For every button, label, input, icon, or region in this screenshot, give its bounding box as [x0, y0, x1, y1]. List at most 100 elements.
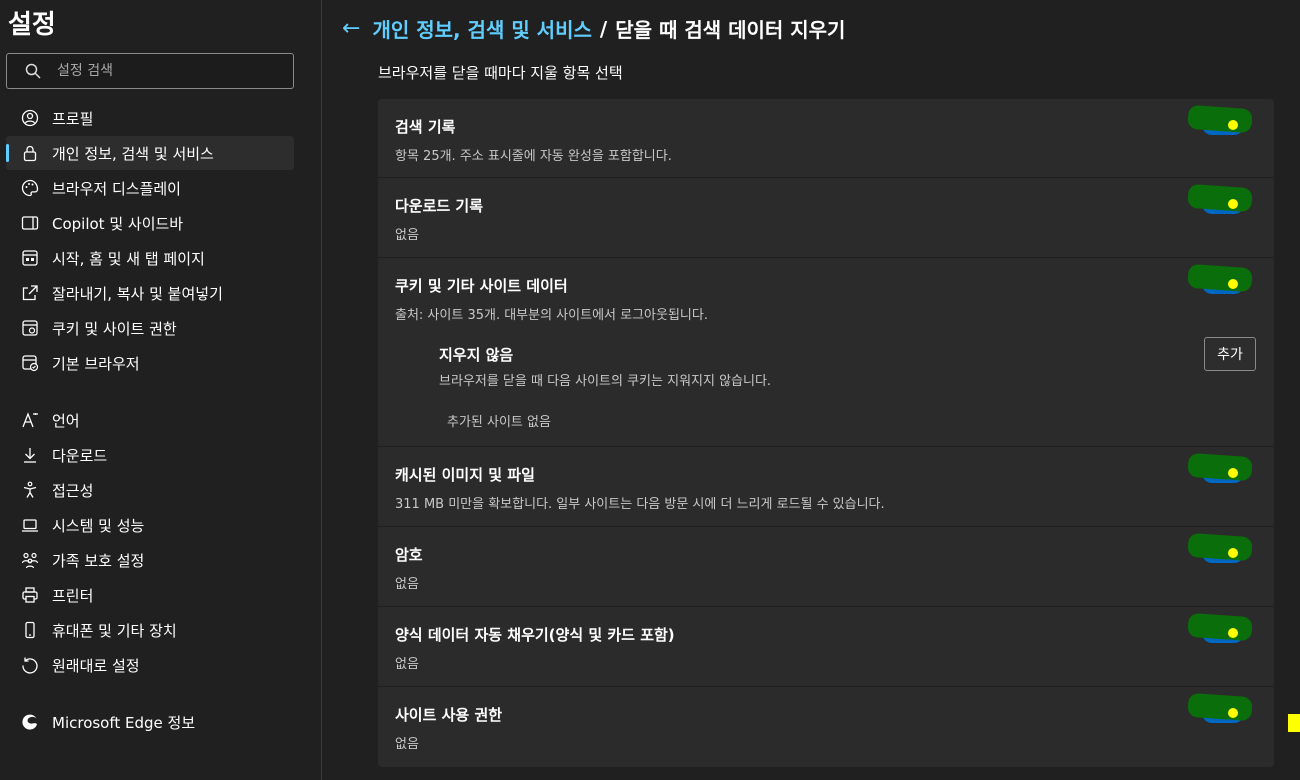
- setting-description: 없음: [395, 577, 419, 592]
- sidebar-item-copilot[interactable]: Copilot 및 사이드바: [6, 206, 294, 240]
- sidebar-item-label: 쿠키 및 사이트 권한: [52, 319, 177, 338]
- do-not-clear-description: 브라우저를 닫을 때 다음 사이트의 쿠키는 지워지지 않습니다.: [439, 374, 772, 389]
- sidebar-item-label: 프로필: [52, 109, 94, 128]
- breadcrumb-separator: /: [599, 16, 608, 41]
- main-panel: ← 개인 정보, 검색 및 서비스 / 닫을 때 검색 데이터 지우기 브라우저…: [322, 0, 1300, 780]
- sidebar-item-system[interactable]: 시스템 및 성능: [6, 508, 294, 542]
- sidebar-item-cut-copy-paste[interactable]: 잘라내기, 복사 및 붙여넣기: [6, 276, 294, 310]
- setting-row-autofill: 양식 데이터 자동 채우기(양식 및 카드 포함) 없음: [378, 607, 1274, 687]
- do-not-clear-title: 지우지 않음: [439, 346, 514, 364]
- settings-card: 검색 기록 항목 25개. 주소 표시줄에 자동 완성을 포함합니다. 다운로드…: [378, 99, 1274, 767]
- sidebar-item-label: Copilot 및 사이드바: [52, 214, 184, 233]
- reset-icon: [20, 655, 40, 675]
- toggle-knob: [1228, 279, 1238, 289]
- add-site-button[interactable]: 추가: [1204, 337, 1256, 371]
- sidebar: 설정 프로필 개인 정보, 검색 및 서비스 브라우저 디스플레이 Copilo…: [0, 0, 322, 780]
- palette-icon: [20, 178, 40, 198]
- toggle-knob: [1228, 708, 1238, 718]
- family-icon: [20, 550, 40, 570]
- sidebar-item-label: 언어: [52, 411, 80, 430]
- sidebar-item-downloads[interactable]: 다운로드: [6, 438, 294, 472]
- sidebar-icon: [20, 213, 40, 233]
- toggle-switch[interactable]: [1187, 532, 1253, 563]
- toggle-switch[interactable]: [1187, 612, 1253, 643]
- sidebar-item-phone[interactable]: 휴대폰 및 기타 장치: [6, 613, 294, 647]
- toggle-switch[interactable]: [1187, 452, 1253, 483]
- back-arrow-icon[interactable]: ←: [342, 16, 360, 41]
- lock-icon: [20, 143, 40, 163]
- sidebar-item-display[interactable]: 브라우저 디스플레이: [6, 171, 294, 205]
- yellow-marker: [1288, 714, 1300, 732]
- setting-row-site-permissions: 사이트 사용 권한 없음: [378, 687, 1274, 767]
- setting-description: 없음: [395, 737, 419, 752]
- setting-description: 없음: [395, 657, 419, 672]
- setting-title: 캐시된 이미지 및 파일: [395, 466, 535, 484]
- sidebar-item-label: 브라우저 디스플레이: [52, 179, 181, 198]
- setting-title: 암호: [395, 546, 423, 564]
- toggle-knob: [1228, 628, 1238, 638]
- sidebar-item-label: 시작, 홈 및 새 탭 페이지: [52, 249, 205, 268]
- language-icon: [20, 410, 40, 430]
- toggle-switch[interactable]: [1187, 263, 1253, 294]
- sidebar-item-reset[interactable]: 원래대로 설정: [6, 648, 294, 682]
- edge-logo-icon: [20, 712, 40, 732]
- home-tab-icon: [20, 248, 40, 268]
- laptop-icon: [20, 515, 40, 535]
- toggle-switch[interactable]: [1187, 104, 1253, 135]
- sidebar-item-label: 가족 보호 설정: [52, 551, 145, 570]
- header-title: 닫을 때 검색 데이터 지우기: [615, 18, 846, 42]
- setting-description: 항목 25개. 주소 표시줄에 자동 완성을 포함합니다.: [395, 149, 672, 164]
- setting-row-browsing-history: 검색 기록 항목 25개. 주소 표시줄에 자동 완성을 포함합니다.: [378, 99, 1274, 178]
- sidebar-item-cookies[interactable]: 쿠키 및 사이트 권한: [6, 311, 294, 345]
- toggle-knob: [1228, 468, 1238, 478]
- sidebar-item-label: 다운로드: [52, 446, 108, 465]
- setting-description: 출처: 사이트 35개. 대부분의 사이트에서 로그아웃됩니다.: [395, 308, 708, 323]
- sidebar-item-accessibility[interactable]: 접근성: [6, 473, 294, 507]
- download-icon: [20, 445, 40, 465]
- accessibility-icon: [20, 480, 40, 500]
- sidebar-item-language[interactable]: 언어: [6, 403, 294, 437]
- sidebar-item-label: 원래대로 설정: [52, 656, 140, 675]
- sidebar-item-label: 접근성: [52, 481, 94, 500]
- sidebar-item-printers[interactable]: 프린터: [6, 578, 294, 612]
- toggle-knob: [1228, 548, 1238, 558]
- sidebar-item-start-home[interactable]: 시작, 홈 및 새 탭 페이지: [6, 241, 294, 275]
- printer-icon: [20, 585, 40, 605]
- phone-icon: [20, 620, 40, 640]
- setting-title: 쿠키 및 기타 사이트 데이터: [395, 277, 568, 295]
- setting-title: 다운로드 기록: [395, 197, 484, 215]
- sidebar-item-profile[interactable]: 프로필: [6, 101, 294, 135]
- breadcrumb: ← 개인 정보, 검색 및 서비스 / 닫을 때 검색 데이터 지우기: [342, 14, 845, 43]
- toggle-switch[interactable]: [1187, 183, 1253, 214]
- sidebar-item-about[interactable]: Microsoft Edge 정보: [6, 705, 294, 739]
- toggle-knob: [1228, 120, 1238, 130]
- profile-icon: [20, 108, 40, 128]
- sidebar-item-label: 시스템 및 성능: [52, 516, 145, 535]
- setting-row-download-history: 다운로드 기록 없음: [378, 178, 1274, 258]
- setting-title: 사이트 사용 권한: [395, 706, 503, 724]
- sidebar-item-label: 프린터: [52, 586, 94, 605]
- sidebar-item-label: 잘라내기, 복사 및 붙여넣기: [52, 284, 223, 303]
- sidebar-item-privacy[interactable]: 개인 정보, 검색 및 서비스: [6, 136, 294, 170]
- setting-row-passwords: 암호 없음: [378, 527, 1274, 607]
- cookie-icon: [20, 318, 40, 338]
- setting-row-cached-images: 캐시된 이미지 및 파일 311 MB 미만을 확보합니다. 일부 사이트는 다…: [378, 447, 1274, 527]
- empty-site-list: 추가된 사이트 없음: [447, 415, 551, 430]
- setting-title: 검색 기록: [395, 118, 456, 136]
- sidebar-item-label: 휴대폰 및 기타 장치: [52, 621, 177, 640]
- setting-row-cookies: 쿠키 및 기타 사이트 데이터 출처: 사이트 35개. 대부분의 사이트에서 …: [378, 258, 1274, 447]
- sidebar-item-family[interactable]: 가족 보호 설정: [6, 543, 294, 577]
- section-subtitle: 브라우저를 닫을 때마다 지울 항목 선택: [378, 64, 623, 82]
- setting-description: 없음: [395, 228, 419, 243]
- browser-icon: [20, 353, 40, 373]
- share-icon: [20, 283, 40, 303]
- search-box[interactable]: [6, 53, 294, 89]
- toggle-knob: [1228, 199, 1238, 209]
- sidebar-item-default-browser[interactable]: 기본 브라우저: [6, 346, 294, 380]
- toggle-switch[interactable]: [1187, 692, 1253, 723]
- search-input[interactable]: [57, 63, 257, 79]
- sidebar-item-label: Microsoft Edge 정보: [52, 713, 196, 732]
- sidebar-item-label: 기본 브라우저: [52, 354, 140, 373]
- setting-title: 양식 데이터 자동 채우기(양식 및 카드 포함): [395, 626, 675, 644]
- breadcrumb-link[interactable]: 개인 정보, 검색 및 서비스: [372, 14, 591, 43]
